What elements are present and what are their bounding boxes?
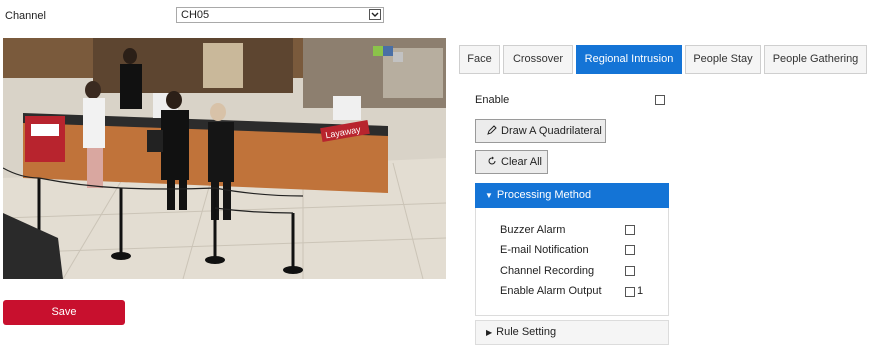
email-notification-label: E-mail Notification [500,244,589,256]
alarm-output-1-checkbox[interactable] [625,287,635,297]
draw-quadrilateral-button[interactable]: Draw A Quadrilateral [475,119,606,143]
alarm-output-1-label: 1 [637,285,644,297]
clear-all-button[interactable]: Clear All [475,150,548,174]
rule-setting-header[interactable]: ▶ Rule Setting [475,320,669,345]
refresh-icon [488,156,496,165]
tab-face[interactable]: Face [459,45,500,74]
save-button[interactable]: Save [3,300,125,325]
processing-method-header[interactable]: ▼ Processing Method [475,183,669,208]
buzzer-alarm-checkbox[interactable] [625,225,635,235]
channel-recording-label: Channel Recording [500,265,595,277]
rule-setting-title: Rule Setting [496,326,557,338]
caret-right-icon: ▶ [486,328,493,337]
pencil-icon [487,125,497,135]
enable-alarm-output-label: Enable Alarm Output [500,285,602,297]
buzzer-alarm-label: Buzzer Alarm [500,224,566,236]
enable-checkbox[interactable] [655,95,665,105]
tab-people-gathering[interactable]: People Gathering [764,45,867,74]
email-notification-checkbox[interactable] [625,245,635,255]
camera-preview[interactable]: Layaway [3,38,446,279]
chevron-down-icon[interactable] [369,9,381,20]
tab-regional-intrusion[interactable]: Regional Intrusion [576,45,682,74]
channel-recording-checkbox[interactable] [625,266,635,276]
enable-label: Enable [475,94,510,106]
tab-crossover[interactable]: Crossover [503,45,573,74]
processing-method-title: Processing Method [496,189,592,201]
tab-people-stay[interactable]: People Stay [685,45,761,74]
caret-down-icon: ▼ [485,191,493,200]
draw-quadrilateral-label: Draw A Quadrilateral [501,125,602,137]
channel-select[interactable]: CH05 [176,7,384,23]
channel-select-value: CH05 [181,9,210,21]
channel-label: Channel [5,10,46,22]
clear-all-label: Clear All [501,156,542,168]
